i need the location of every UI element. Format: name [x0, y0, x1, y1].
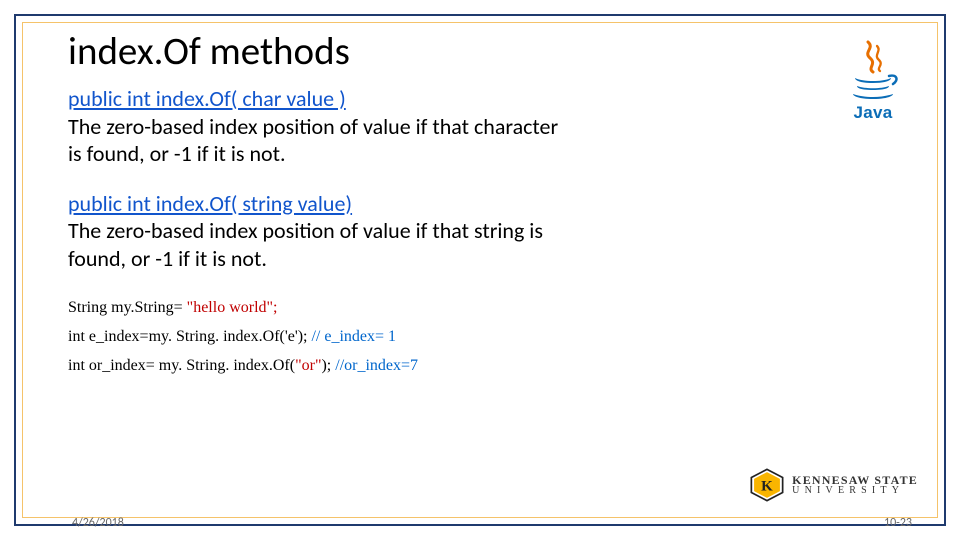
method2-block: public int index.Of( string value) The z… — [68, 190, 910, 273]
code-l3e: //or_index=7 — [335, 357, 418, 374]
code-line-2: int e_index=my. String. index.Of('e'); /… — [68, 323, 910, 352]
ksu-line2: UNIVERSITY — [792, 486, 918, 496]
ksu-logo: K KENNESAW STATE UNIVERSITY — [750, 468, 918, 502]
code-l3c: "or" — [295, 357, 321, 374]
slide-title: index.Of methods — [68, 28, 910, 75]
method1-desc-b: is found, or -1 if it is not. — [68, 140, 286, 167]
code-l2a: int — [68, 328, 89, 345]
code-example: String my.String= "hello world"; int e_i… — [68, 294, 910, 380]
code-l3d: ); — [321, 357, 335, 374]
code-l3b: or_index= my. String. index.Of( — [89, 357, 295, 374]
ksu-label: KENNESAW STATE UNIVERSITY — [792, 474, 918, 496]
code-line-3: int or_index= my. String. index.Of("or")… — [68, 352, 910, 381]
method1-desc-a: The zero-based index position of value i… — [68, 113, 558, 140]
code-line-1: String my.String= "hello world"; — [68, 294, 910, 323]
footer-date: 4/26/2018 — [72, 516, 124, 530]
method1-signature: public int index.Of( char value ) — [68, 85, 346, 112]
slide-content: index.Of methods public int index.Of( ch… — [68, 28, 910, 490]
code-l2c: // e_index= 1 — [311, 328, 396, 345]
method1-block: public int index.Of( char value ) The ze… — [68, 85, 910, 168]
ksu-icon: K — [750, 468, 784, 502]
code-l3a: int — [68, 357, 89, 374]
code-l1a: String my.String= — [68, 299, 187, 316]
method2-desc-b: found, or -1 if it is not. — [68, 245, 267, 272]
svg-text:K: K — [761, 478, 773, 494]
code-l1b: "hello world"; — [187, 299, 278, 316]
method2-desc-a: The zero-based index position of value i… — [68, 217, 543, 244]
code-l2b: e_index=my. String. index.Of('e'); — [89, 328, 312, 345]
footer-page: 10-23 — [884, 516, 912, 530]
method2-signature: public int index.Of( string value) — [68, 190, 352, 217]
